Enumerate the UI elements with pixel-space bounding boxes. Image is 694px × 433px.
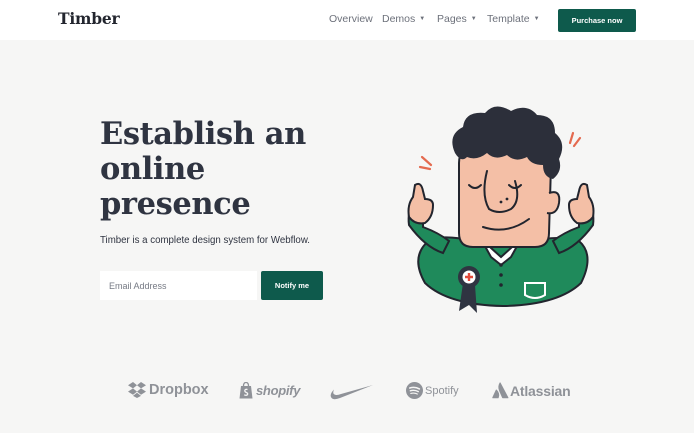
nav-link-label: Pages [437,13,467,25]
nav-link-label: Demos [382,13,416,25]
nav-link-label: Overview [329,13,373,25]
chevron-down-icon: ▼ [419,16,426,22]
nav-link-template[interactable]: Template ▼ [487,13,540,25]
atlassian-icon [492,382,509,399]
nav-link-overview[interactable]: Overview [329,13,373,25]
nike-swoosh-icon [330,385,373,400]
brand-atlassian: Atlassian [492,382,571,399]
hero-title-line: online [100,151,205,187]
chevron-down-icon: ▼ [470,16,477,22]
nav-link-pages[interactable]: Pages ▼ [437,13,477,25]
top-navbar: Timber Overview Demos ▼ Pages ▼ Template ▼ … [0,0,694,40]
purchase-now-button[interactable]: Purchase now [558,9,636,32]
dropbox-icon [128,382,146,398]
brand-name: Spotify [425,384,459,397]
hero-subtitle: Timber is a complete design system for W… [100,235,310,246]
waving-man-illustration [407,106,595,313]
brand-name: shopify [256,383,301,398]
notify-me-button[interactable]: Notify me [261,271,323,300]
brand-shopify: shopify [239,382,300,399]
hero-title-line: Establish an [100,116,306,152]
brand-nike [330,384,373,400]
chevron-down-icon: ▼ [533,16,540,22]
brand-name: Atlassian [510,382,571,399]
nav-link-demos[interactable]: Demos ▼ [382,13,425,25]
brand-spotify: Spotify [406,382,459,399]
hero-title-line: presence [100,186,251,222]
logo[interactable]: Timber [58,9,120,28]
email-input[interactable] [100,271,257,300]
brand-dropbox: Dropbox [128,382,209,398]
nav-link-label: Template [487,13,530,25]
shopify-bag-icon [239,382,253,399]
hero-title: Establish an online presence [100,117,340,222]
brand-name: Dropbox [149,382,209,398]
spotify-icon [406,382,423,399]
